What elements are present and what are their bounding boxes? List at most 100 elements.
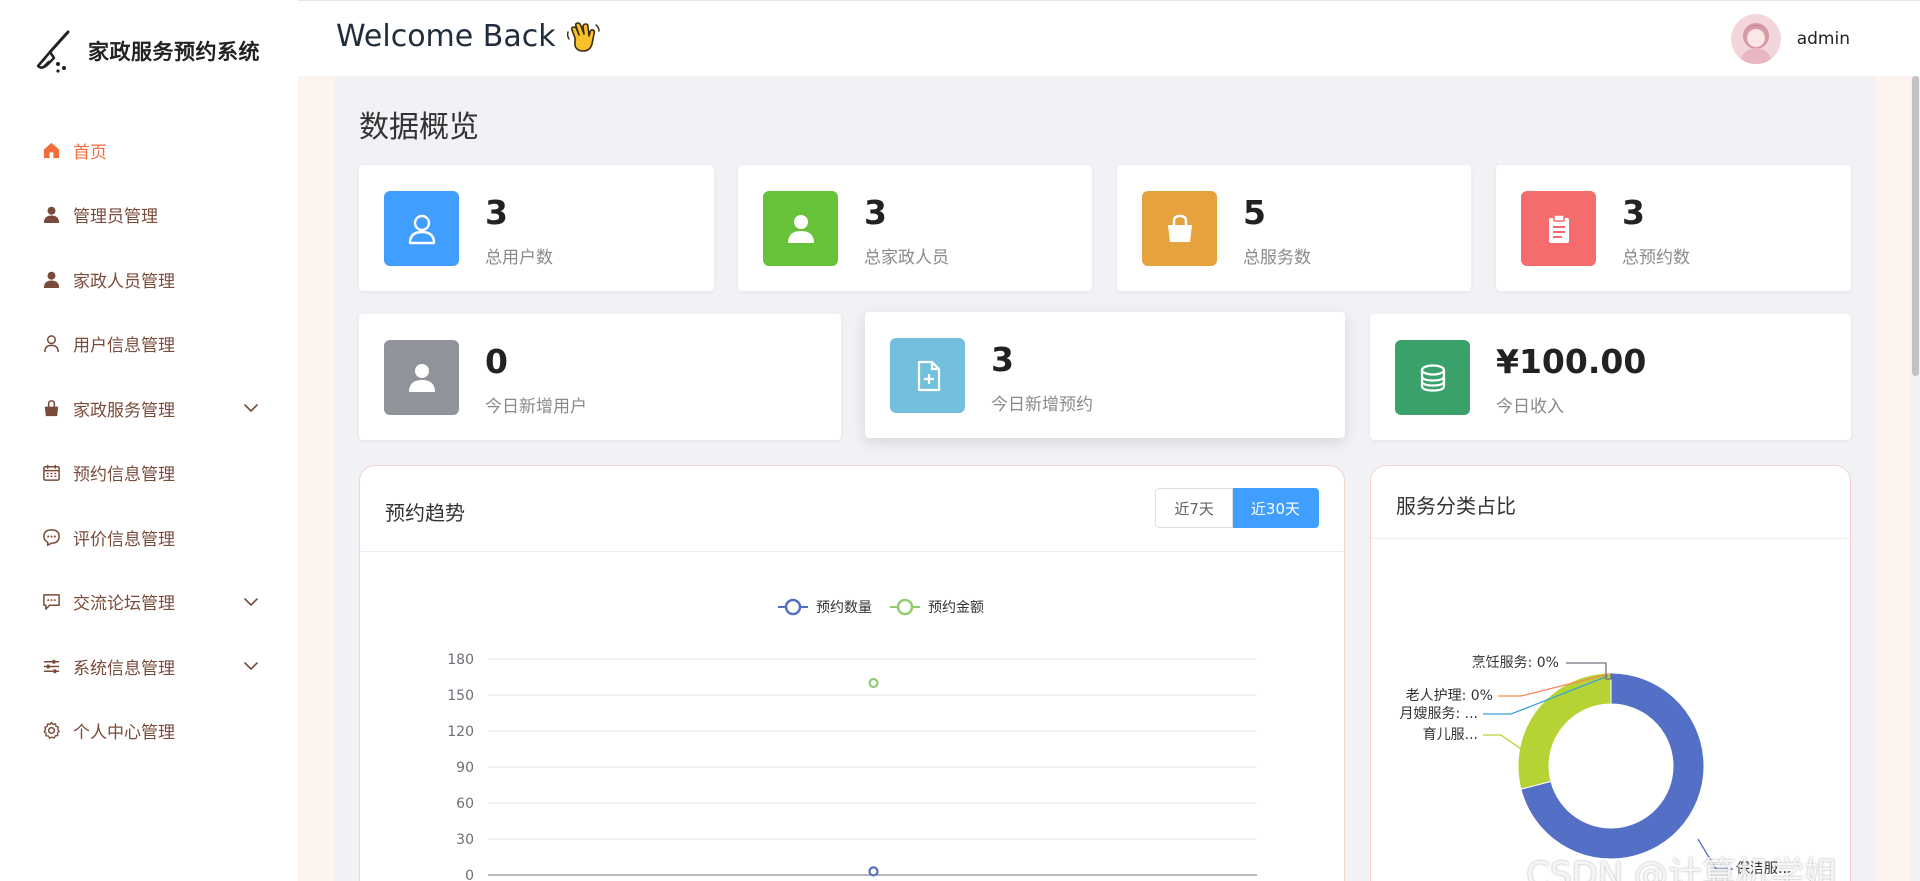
stat-value: ¥100.00 bbox=[1496, 342, 1647, 381]
clipboard-icon bbox=[1548, 213, 1569, 243]
slice-label: 育儿服... bbox=[1423, 727, 1478, 743]
main-content: 数据概览 3 总用户数 3 总家政人员 5 总服务数 3 总预约数 0 今日新增… bbox=[335, 76, 1876, 881]
sidebar-item-profile[interactable]: 个人中心管理 bbox=[0, 699, 298, 764]
user-solid-icon bbox=[43, 271, 60, 288]
sidebar-item-home[interactable]: 首页 bbox=[0, 118, 298, 183]
sidebar-item-label: 评价信息管理 bbox=[73, 529, 175, 550]
legend-marker bbox=[784, 598, 802, 616]
range-toggle: 近7天 近30天 bbox=[1155, 488, 1319, 528]
stat-icon-bg bbox=[1142, 191, 1217, 266]
stat-icon-bg bbox=[763, 191, 838, 266]
stat-value: 5 bbox=[1243, 193, 1266, 232]
booking-trend-panel: 预约趋势 近7天 近30天 180 150 120 90 60 30 0 预约数量 预约金额 bbox=[359, 465, 1345, 881]
sidebar-item-label: 管理员管理 bbox=[73, 207, 158, 228]
username: admin bbox=[1796, 29, 1850, 49]
sidebar-item-staff[interactable]: 家政人员管理 bbox=[0, 247, 298, 312]
sidebar-item-users[interactable]: 用户信息管理 bbox=[0, 312, 298, 377]
y-tick-label: 60 bbox=[456, 796, 474, 812]
category-donut-chart: 保洁服...育儿服...月嫂服务: ...老人护理: 0%烹饪服务: 0% bbox=[1399, 654, 1791, 877]
sidebar-item-label: 预约信息管理 bbox=[73, 465, 175, 486]
scrollbar-thumb[interactable] bbox=[1912, 76, 1919, 376]
panel-title: 预约趋势 bbox=[385, 501, 465, 525]
y-tick-label: 180 bbox=[447, 652, 474, 668]
stat-value: 3 bbox=[864, 193, 887, 232]
sidebar-item-label: 交流论坛管理 bbox=[73, 594, 175, 615]
waving-hand-icon bbox=[566, 21, 600, 52]
user-solid-icon bbox=[408, 363, 435, 392]
range-7-days-button[interactable]: 近7天 bbox=[1155, 488, 1233, 528]
stat-card-total-bookings: 3 总预约数 bbox=[1496, 165, 1851, 291]
sidebar-item-label: 家政服务管理 bbox=[73, 400, 175, 421]
y-tick-label: 0 bbox=[465, 868, 474, 881]
stat-icon-bg bbox=[384, 191, 459, 266]
gear-icon bbox=[43, 722, 60, 740]
stat-icon-bg bbox=[890, 338, 965, 413]
stat-card-new-users-today: 0 今日新增用户 bbox=[359, 314, 841, 440]
range-30-days-button[interactable]: 近30天 bbox=[1232, 488, 1319, 528]
sidebar-item-reviews[interactable]: 评价信息管理 bbox=[0, 505, 298, 570]
stat-label: 总预约数 bbox=[1622, 248, 1690, 268]
avatar[interactable] bbox=[1730, 14, 1781, 64]
stat-icon-bg bbox=[1521, 191, 1596, 266]
sidebar-item-services[interactable]: 家政服务管理 bbox=[0, 376, 298, 441]
legend-label: 预约金额 bbox=[928, 600, 984, 616]
y-tick-label: 150 bbox=[447, 688, 474, 704]
stat-card-total-services: 5 总服务数 bbox=[1117, 165, 1471, 291]
y-tick-label: 120 bbox=[447, 724, 474, 740]
stat-value: 3 bbox=[1622, 193, 1645, 232]
sidebar-item-admin[interactable]: 管理员管理 bbox=[0, 183, 298, 248]
chevron-down-icon[interactable] bbox=[242, 593, 260, 611]
panel-title: 服务分类占比 bbox=[1396, 494, 1516, 518]
stat-label: 总服务数 bbox=[1243, 248, 1311, 268]
slice-label: 老人护理: 0% bbox=[1406, 688, 1493, 704]
broom-icon bbox=[36, 30, 70, 73]
y-tick-label: 30 bbox=[456, 832, 474, 848]
slice-leader-line bbox=[1483, 734, 1522, 750]
data-point bbox=[868, 677, 879, 689]
coins-icon bbox=[1420, 363, 1445, 392]
calendar-icon bbox=[43, 465, 60, 482]
sidebar-item-label: 首页 bbox=[73, 142, 107, 163]
panel-header: 预约趋势 近7天 近30天 bbox=[360, 466, 1344, 552]
stat-value: 3 bbox=[485, 193, 508, 232]
home-icon bbox=[43, 142, 60, 158]
watermark: CSDN @计算机学姐 bbox=[1526, 855, 1838, 881]
user-outline-icon bbox=[408, 214, 435, 244]
trend-line-chart: 180 150 120 90 60 30 0 预约数量 预约金额 bbox=[447, 598, 1257, 881]
welcome-message: Welcome Back bbox=[336, 19, 600, 54]
y-tick-label: 90 bbox=[456, 760, 474, 776]
sidebar-item-system[interactable]: 系统信息管理 bbox=[0, 634, 298, 699]
stat-icon-bg bbox=[384, 340, 459, 415]
app-logo[interactable]: 家政服务预约系统 bbox=[28, 26, 260, 76]
avatar-image bbox=[1730, 14, 1781, 64]
sidebar-item-label: 系统信息管理 bbox=[73, 658, 175, 679]
stat-label: 总家政人员 bbox=[864, 248, 949, 268]
stat-label: 今日新增用户 bbox=[485, 397, 587, 417]
sidebar-item-bookings[interactable]: 预约信息管理 bbox=[0, 441, 298, 506]
data-point bbox=[868, 866, 879, 877]
document-add-icon bbox=[917, 360, 940, 391]
legend-label: 预约数量 bbox=[816, 600, 872, 616]
chevron-down-icon[interactable] bbox=[242, 399, 260, 417]
panel-header: 服务分类占比 bbox=[1371, 466, 1850, 539]
sidebar-item-forum[interactable]: 交流论坛管理 bbox=[0, 570, 298, 635]
sidebar-edge bbox=[298, 76, 335, 881]
stat-card-total-users: 3 总用户数 bbox=[359, 165, 714, 291]
sliders-icon bbox=[43, 659, 60, 673]
chevron-down-icon[interactable] bbox=[242, 657, 260, 675]
welcome-text: Welcome Back bbox=[336, 19, 556, 54]
message-square-icon bbox=[43, 594, 60, 611]
stat-label: 总用户数 bbox=[485, 248, 553, 268]
stat-value: 0 bbox=[485, 342, 508, 381]
stat-icon-bg bbox=[1395, 340, 1470, 415]
app-title: 家政服务预约系统 bbox=[88, 40, 260, 64]
sidebar-item-label: 家政人员管理 bbox=[73, 271, 175, 292]
stat-label: 今日收入 bbox=[1496, 397, 1564, 417]
shopping-bag-icon bbox=[44, 399, 59, 416]
user-outline-icon bbox=[44, 335, 59, 353]
donut-slice bbox=[1517, 672, 1612, 790]
sidebar-item-label: 用户信息管理 bbox=[73, 336, 175, 357]
top-header: Welcome Back admin bbox=[298, 0, 1920, 76]
sidebar-menu: 首页管理员管理家政人员管理 用户信息管理 家政服务管理 预约信息管理 评价信息管理 交流论… bbox=[0, 118, 298, 763]
user-menu[interactable]: admin bbox=[1730, 14, 1850, 64]
